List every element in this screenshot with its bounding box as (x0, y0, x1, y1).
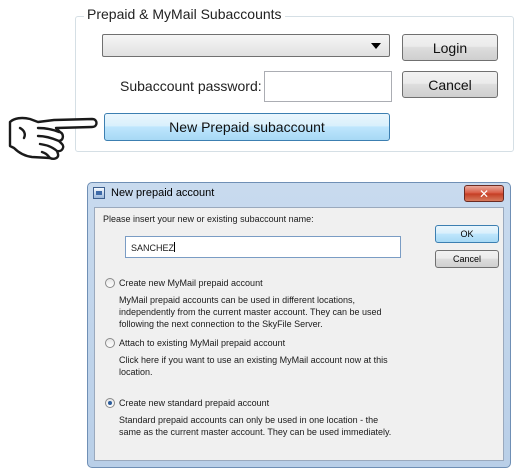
dialog-title: New prepaid account (111, 187, 215, 199)
chevron-down-icon[interactable] (371, 43, 381, 49)
radio-create-standard[interactable] (105, 398, 115, 408)
ok-button[interactable]: OK (435, 225, 499, 243)
description-line: Standard prepaid accounts can only be us… (119, 415, 379, 425)
subaccount-name-input[interactable]: SANCHEZ (125, 236, 401, 258)
radio-attach-mymail[interactable] (105, 338, 115, 348)
dialog-body: Please insert your new or existing subac… (94, 207, 504, 461)
option-create-standard-label[interactable]: Create new standard prepaid account (119, 397, 269, 409)
subaccount-name-value: SANCHEZ (131, 243, 175, 253)
text-caret (174, 242, 176, 252)
new-prepaid-account-dialog: New prepaid account ✕ Please insert your… (87, 182, 511, 468)
subaccount-name-prompt: Please insert your new or existing subac… (103, 214, 314, 224)
dialog-cancel-button[interactable]: Cancel (435, 250, 499, 268)
description-line: following the next connection to the Sky… (119, 319, 323, 329)
description-line: Click here if you want to use an existin… (119, 355, 388, 365)
subaccount-password-label: Subaccount password: (120, 78, 262, 94)
option-create-mymail-description: MyMail prepaid accounts can be used in d… (119, 294, 449, 330)
cancel-button[interactable]: Cancel (402, 71, 498, 98)
radio-create-mymail[interactable] (105, 278, 115, 288)
description-line: same as the current master account. They… (119, 427, 392, 437)
window-icon (93, 187, 105, 199)
pointing-hand-icon (8, 116, 98, 160)
description-line: location. (119, 367, 153, 377)
subaccount-password-input[interactable] (264, 71, 392, 102)
subaccount-combobox[interactable] (102, 34, 390, 57)
option-attach-mymail-description: Click here if you want to use an existin… (119, 354, 449, 378)
option-attach-mymail-label[interactable]: Attach to existing MyMail prepaid accoun… (119, 337, 285, 349)
option-create-mymail-label[interactable]: Create new MyMail prepaid account (119, 277, 263, 289)
close-icon[interactable]: ✕ (464, 185, 504, 202)
option-create-standard-description: Standard prepaid accounts can only be us… (119, 414, 449, 438)
new-prepaid-subaccount-button[interactable]: New Prepaid subaccount (104, 113, 390, 141)
description-line: MyMail prepaid accounts can be used in d… (119, 295, 355, 305)
group-title: Prepaid & MyMail Subaccounts (84, 6, 285, 22)
description-line: independently from the current master ac… (119, 307, 382, 317)
dialog-titlebar[interactable]: New prepaid account ✕ (88, 183, 510, 205)
login-button[interactable]: Login (402, 34, 498, 61)
